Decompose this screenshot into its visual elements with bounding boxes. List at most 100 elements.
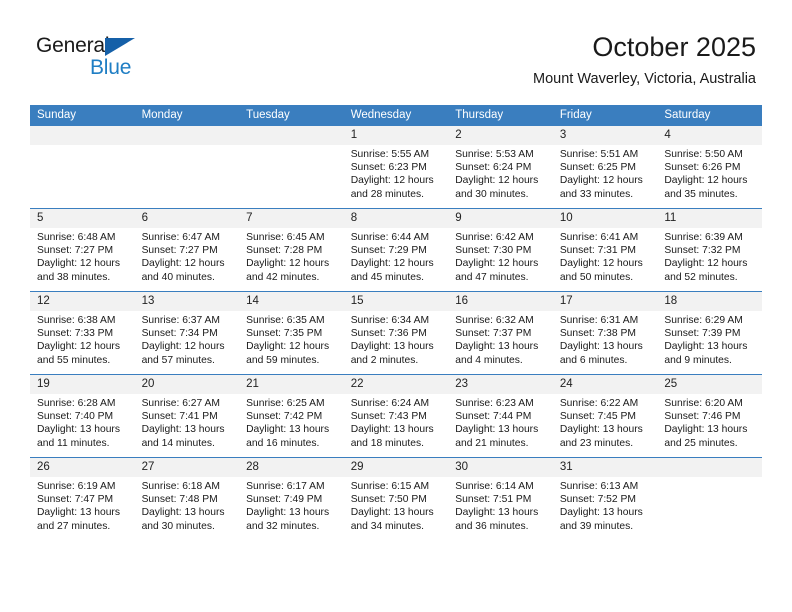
logo-text-general: General [36, 34, 110, 57]
day-cell: 25 Sunrise: 6:20 AM Sunset: 7:46 PM Dayligh… [657, 375, 762, 457]
day-cell: 15 Sunrise: 6:34 AM Sunset: 7:36 PM Dayligh… [343, 292, 449, 374]
day-details: Sunrise: 6:17 AM Sunset: 7:49 PM Daylight:… [239, 477, 344, 533]
day-details: Sunrise: 6:47 AM Sunset: 7:27 PM Daylight:… [135, 228, 240, 284]
sunset-text: Sunset: 7:45 PM [559, 411, 636, 423]
day-details: Sunrise: 5:53 AM Sunset: 6:24 PM Daylight:… [448, 145, 553, 201]
sunrise-text: Sunrise: 6:31 AM [559, 315, 639, 326]
calendar-day-cell[interactable]: 3 Sunrise: 5:51 AM Sunset: 6:25 PM Daylight… [552, 126, 658, 209]
calendar-day-cell[interactable]: 27 Sunrise: 6:18 AM Sunset: 7:48 PM Dayligh… [134, 457, 240, 540]
day-number: 11 [657, 209, 762, 228]
calendar-day-cell[interactable]: 14 Sunrise: 6:35 AM Sunset: 7:35 PM Dayligh… [239, 291, 344, 375]
calendar-day-cell[interactable]: 9 Sunrise: 6:42 AM Sunset: 7:30 PM Daylight… [448, 208, 553, 292]
day-cell: 16 Sunrise: 6:32 AM Sunset: 7:37 PM Dayligh… [448, 292, 553, 374]
calendar-day-cell[interactable]: 18 Sunrise: 6:29 AM Sunset: 7:39 PM Dayligh… [657, 291, 762, 375]
calendar-week-row: 5 Sunrise: 6:48 AM Sunset: 7:27 PM Daylight… [30, 208, 762, 292]
sunrise-text: Sunrise: 6:39 AM [664, 232, 743, 243]
calendar-day-cell[interactable]: 30 Sunrise: 6:14 AM Sunset: 7:51 PM Dayligh… [448, 457, 553, 540]
calendar-day-cell[interactable]: 16 Sunrise: 6:32 AM Sunset: 7:37 PM Dayligh… [448, 291, 553, 375]
day-number [30, 126, 135, 145]
day-cell: 6 Sunrise: 6:47 AM Sunset: 7:27 PM Daylight… [134, 209, 240, 291]
sunrise-text: Sunrise: 6:22 AM [559, 398, 639, 409]
calendar-day-cell[interactable]: 13 Sunrise: 6:37 AM Sunset: 7:34 PM Dayligh… [134, 291, 240, 375]
calendar-day-cell[interactable]: 26 Sunrise: 6:19 AM Sunset: 7:47 PM Dayligh… [30, 457, 135, 540]
day-details: Sunrise: 6:25 AM Sunset: 7:42 PM Daylight:… [239, 394, 344, 450]
day-details: Sunrise: 6:35 AM Sunset: 7:35 PM Daylight:… [239, 311, 344, 367]
generalblue-logo[interactable]: General Blue [36, 34, 166, 86]
calendar-day-cell[interactable]: 23 Sunrise: 6:23 AM Sunset: 7:44 PM Dayligh… [448, 374, 553, 458]
logo-triangle-icon [105, 38, 135, 56]
day-details: Sunrise: 6:38 AM Sunset: 7:33 PM Daylight:… [30, 311, 135, 367]
calendar-day-cell[interactable]: 19 Sunrise: 6:28 AM Sunset: 7:40 PM Dayligh… [30, 374, 135, 458]
day-number: 8 [343, 209, 449, 228]
calendar-day-cell[interactable]: 2 Sunrise: 5:53 AM Sunset: 6:24 PM Daylight… [448, 126, 553, 209]
sunrise-text: Sunrise: 5:53 AM [455, 149, 534, 160]
sunset-text: Sunset: 7:43 PM [350, 411, 427, 423]
sunrise-text: Sunrise: 6:48 AM [37, 232, 116, 243]
calendar-day-cell[interactable]: 21 Sunrise: 6:25 AM Sunset: 7:42 PM Dayligh… [239, 374, 344, 458]
weekday-header-saturday: Saturday [657, 105, 762, 126]
calendar-day-cell[interactable]: 20 Sunrise: 6:27 AM Sunset: 7:41 PM Dayligh… [134, 374, 240, 458]
day-details: Sunrise: 6:22 AM Sunset: 7:45 PM Daylight:… [553, 394, 658, 450]
day-details: Sunrise: 6:29 AM Sunset: 7:39 PM Daylight:… [657, 311, 762, 367]
weekday-header-wednesday: Wednesday [343, 105, 449, 126]
logo-text-blue: Blue [90, 56, 132, 79]
sunset-text: Sunset: 7:39 PM [664, 328, 741, 340]
day-cell: 28 Sunrise: 6:17 AM Sunset: 7:49 PM Dayligh… [239, 458, 344, 540]
day-cell: 27 Sunrise: 6:18 AM Sunset: 7:48 PM Dayligh… [134, 458, 240, 540]
calendar-week-row: 12 Sunrise: 6:38 AM Sunset: 7:33 PM Dayligh… [30, 291, 762, 375]
calendar-day-cell[interactable]: 15 Sunrise: 6:34 AM Sunset: 7:36 PM Dayligh… [343, 291, 449, 375]
calendar-day-cell[interactable]: 25 Sunrise: 6:20 AM Sunset: 7:46 PM Dayligh… [657, 374, 762, 458]
daylight-text: Daylight: 12 hours and 40 minutes. [141, 258, 225, 283]
calendar-day-cell[interactable] [657, 457, 762, 540]
calendar-day-cell[interactable]: 12 Sunrise: 6:38 AM Sunset: 7:33 PM Dayligh… [30, 291, 135, 375]
day-details: Sunrise: 6:28 AM Sunset: 7:40 PM Daylight:… [30, 394, 135, 450]
day-details: Sunrise: 6:48 AM Sunset: 7:27 PM Daylight:… [30, 228, 135, 284]
day-details: Sunrise: 6:24 AM Sunset: 7:43 PM Daylight:… [344, 394, 449, 450]
sunset-text: Sunset: 7:35 PM [246, 328, 323, 340]
day-number: 12 [30, 292, 135, 311]
calendar-day-cell[interactable]: 28 Sunrise: 6:17 AM Sunset: 7:49 PM Dayligh… [239, 457, 344, 540]
sunrise-text: Sunrise: 6:25 AM [246, 398, 325, 409]
sunset-text: Sunset: 7:44 PM [455, 411, 532, 423]
calendar-week-row: 26 Sunrise: 6:19 AM Sunset: 7:47 PM Dayligh… [30, 457, 762, 540]
day-cell: 1 Sunrise: 5:55 AM Sunset: 6:23 PM Daylight… [343, 126, 449, 208]
calendar-day-cell[interactable]: 24 Sunrise: 6:22 AM Sunset: 7:45 PM Dayligh… [552, 374, 658, 458]
calendar-day-cell[interactable]: 8 Sunrise: 6:44 AM Sunset: 7:29 PM Daylight… [343, 208, 449, 292]
day-details: Sunrise: 5:50 AM Sunset: 6:26 PM Daylight:… [657, 145, 762, 201]
sunrise-text: Sunrise: 6:27 AM [141, 398, 220, 409]
calendar-day-cell[interactable]: 6 Sunrise: 6:47 AM Sunset: 7:27 PM Daylight… [134, 208, 240, 292]
sunset-text: Sunset: 6:25 PM [559, 162, 636, 174]
sunrise-text: Sunrise: 6:35 AM [246, 315, 325, 326]
calendar-day-cell[interactable]: 31 Sunrise: 6:13 AM Sunset: 7:52 PM Dayligh… [552, 457, 658, 540]
sunset-text: Sunset: 7:52 PM [559, 494, 636, 506]
calendar-day-cell[interactable]: 17 Sunrise: 6:31 AM Sunset: 7:38 PM Dayligh… [552, 291, 658, 375]
calendar-day-cell[interactable]: 22 Sunrise: 6:24 AM Sunset: 7:43 PM Dayligh… [343, 374, 449, 458]
calendar-day-cell[interactable] [239, 126, 344, 209]
calendar-day-cell[interactable]: 29 Sunrise: 6:15 AM Sunset: 7:50 PM Dayligh… [343, 457, 449, 540]
sunset-text: Sunset: 7:27 PM [37, 245, 114, 257]
calendar-day-cell[interactable]: 5 Sunrise: 6:48 AM Sunset: 7:27 PM Daylight… [30, 208, 135, 292]
day-cell: 8 Sunrise: 6:44 AM Sunset: 7:29 PM Daylight… [343, 209, 449, 291]
day-cell: 11 Sunrise: 6:39 AM Sunset: 7:32 PM Dayligh… [657, 209, 762, 291]
calendar-day-cell[interactable]: 10 Sunrise: 6:41 AM Sunset: 7:31 PM Dayligh… [552, 208, 658, 292]
sunrise-text: Sunrise: 6:38 AM [37, 315, 116, 326]
daylight-text: Daylight: 12 hours and 59 minutes. [246, 341, 330, 366]
sunrise-text: Sunrise: 5:51 AM [559, 149, 639, 160]
calendar-day-cell[interactable]: 11 Sunrise: 6:39 AM Sunset: 7:32 PM Dayligh… [657, 208, 762, 292]
daylight-text: Daylight: 12 hours and 47 minutes. [455, 258, 539, 283]
calendar-day-cell[interactable]: 4 Sunrise: 5:50 AM Sunset: 6:26 PM Daylight… [657, 126, 762, 209]
day-details: Sunrise: 6:23 AM Sunset: 7:44 PM Daylight:… [448, 394, 553, 450]
weekday-header-friday: Friday [552, 105, 658, 126]
daylight-text: Daylight: 13 hours and 16 minutes. [246, 424, 330, 449]
sunrise-text: Sunrise: 5:55 AM [350, 149, 430, 160]
calendar-day-cell[interactable] [134, 126, 240, 209]
daylight-text: Daylight: 12 hours and 45 minutes. [350, 258, 434, 283]
daylight-text: Daylight: 13 hours and 27 minutes. [37, 507, 120, 532]
sunset-text: Sunset: 7:50 PM [350, 494, 427, 506]
calendar-day-cell[interactable]: 1 Sunrise: 5:55 AM Sunset: 6:23 PM Daylight… [343, 126, 449, 209]
page-title: October 2025 [592, 32, 756, 62]
calendar-day-cell[interactable]: 7 Sunrise: 6:45 AM Sunset: 7:28 PM Daylight… [239, 208, 344, 292]
day-cell: 20 Sunrise: 6:27 AM Sunset: 7:41 PM Dayligh… [134, 375, 240, 457]
day-number: 5 [30, 209, 135, 228]
calendar-day-cell[interactable] [30, 126, 135, 209]
